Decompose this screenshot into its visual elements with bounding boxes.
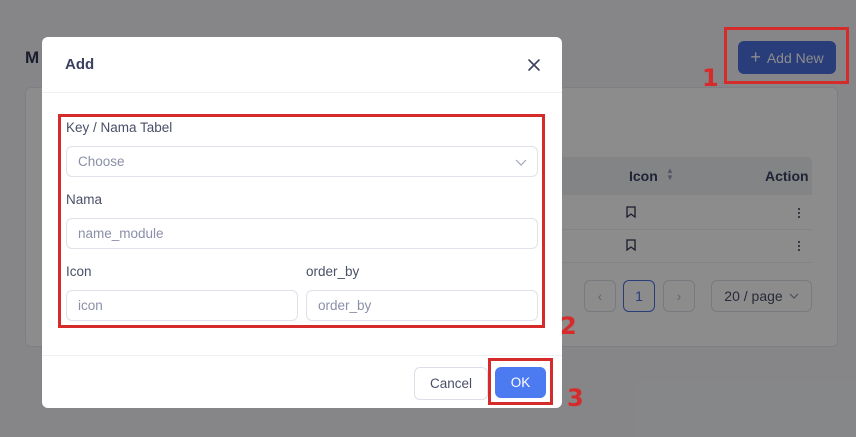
annotation-box-add-new — [724, 27, 849, 84]
annotation-number: 3 — [567, 384, 584, 412]
modal-footer-divider — [42, 355, 562, 356]
annotation-box-form — [58, 114, 545, 328]
close-icon[interactable] — [526, 57, 542, 73]
cancel-button[interactable]: Cancel — [414, 367, 488, 400]
annotation-box-ok — [488, 358, 553, 405]
annotation-number: 2 — [560, 312, 577, 340]
annotation-number: 1 — [702, 64, 719, 92]
modal-title: Add — [65, 56, 95, 73]
modal-header: Add — [42, 37, 562, 93]
